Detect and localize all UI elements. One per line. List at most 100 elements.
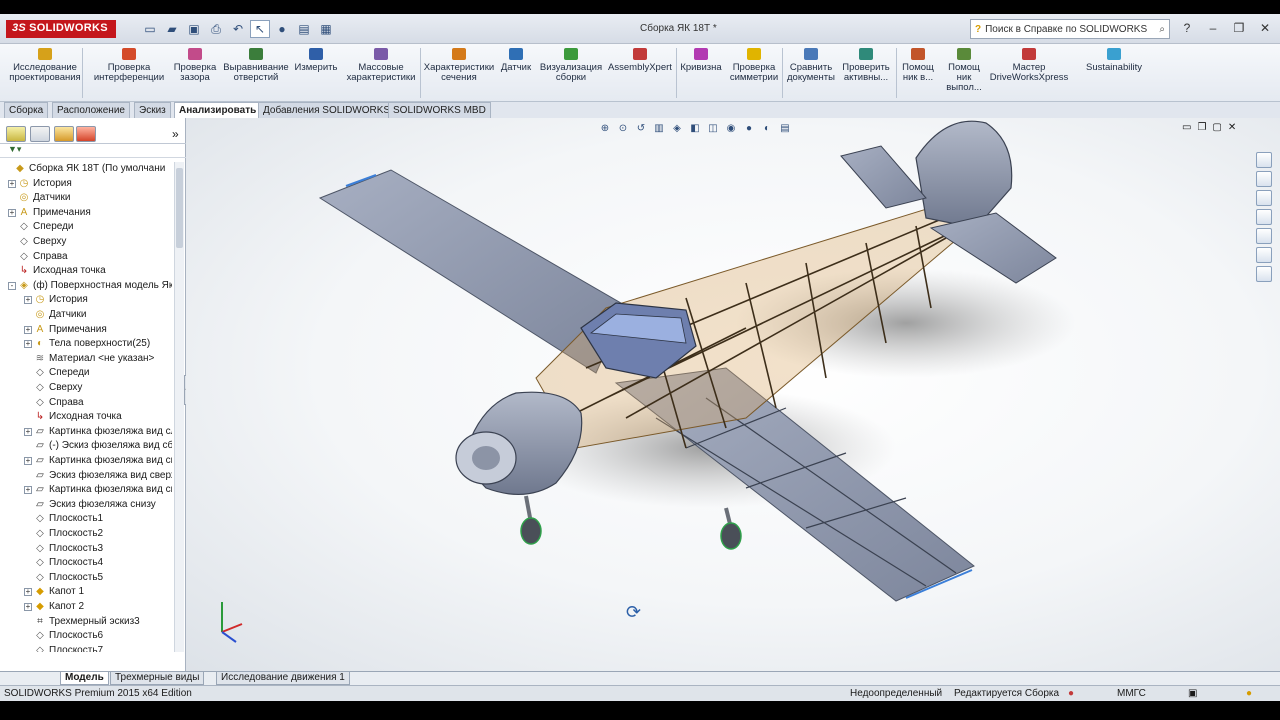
ribbon-button-1[interactable]: Проверка интерференции [90,48,168,83]
expand-icon[interactable]: + [24,325,32,334]
tree-item[interactable]: + ▱ Картинка фюзеляжа вид св [0,454,172,468]
rebuild-icon[interactable]: ● [272,20,292,38]
status-options-icon[interactable]: ▣ [1188,686,1197,701]
ribbon-button-12[interactable]: Сравнить документы [786,48,836,83]
tab-2[interactable]: Эскиз [134,102,171,118]
open-folder-icon[interactable]: ▰ [162,20,182,38]
tree-item[interactable]: ◇ Спереди [0,366,172,380]
tree-item[interactable]: + ◆ Капот 2 [0,600,172,614]
tree-item[interactable]: ◇ Плоскость1 [0,512,172,526]
restore-icon[interactable]: ❐ [1228,18,1250,38]
tree-item[interactable]: + ◷ История [0,293,172,307]
status-units[interactable]: ММГС [1117,686,1146,701]
filter-row[interactable]: ▼▾ [0,144,186,158]
scrollbar-thumb[interactable] [176,168,183,248]
tree-item[interactable]: ▱ Эскиз фюзеляжа вид сверх [0,469,172,483]
tree-item[interactable]: ▱ Эскиз фюзеляжа снизу [0,498,172,512]
tab-0[interactable]: Сборка [4,102,49,118]
tree-item[interactable]: ◇ Плоскость4 [0,556,172,570]
help-menu-icon[interactable]: ? [1176,18,1198,38]
tab-5[interactable]: SOLIDWORKS MBD [388,102,491,118]
expand-icon[interactable]: + [24,588,32,597]
tree-scrollbar[interactable] [174,162,184,652]
tree-item[interactable]: + ◷ История [0,177,172,191]
tab-3[interactable]: Анализировать [174,102,262,119]
ribbon-button-7[interactable]: Датчик [498,48,534,73]
tree-item[interactable]: ◇ Сверху [0,381,172,395]
search-icon[interactable]: ⌕ [1159,24,1165,35]
bottom-tab-2[interactable]: Исследование движения 1 [216,672,350,685]
expand-icon[interactable]: + [24,457,32,465]
bottom-tab-1[interactable]: Трехмерные виды [110,672,205,685]
tree-item[interactable]: ▱ (-) Эскиз фюзеляжа вид сбо [0,439,172,453]
tree-item[interactable]: ◎ Датчики [0,191,172,205]
tree-item[interactable]: ◇ Плоскость3 [0,542,172,556]
rebuild-status-icon[interactable]: ● [1068,686,1074,701]
tree-item[interactable]: ◇ Плоскость5 [0,571,172,585]
tree-item[interactable]: ◇ Справа [0,250,172,264]
expand-tabs-icon[interactable]: » [172,127,179,141]
tree-item[interactable]: + A Примечания [0,206,172,220]
expand-icon[interactable]: + [24,486,32,495]
tree-item[interactable]: ⌗ Трехмерный эскиз3 [0,615,172,629]
aircraft-3d-model[interactable] [186,118,1280,671]
appearance-tab-icon[interactable] [76,126,96,142]
ribbon-button-3[interactable]: Выравнивание отверстий [222,48,290,83]
tree-item[interactable]: ◆ Сборка ЯК 18Т (По умолчани [0,162,172,176]
expand-icon[interactable]: + [8,208,16,217]
tree-item[interactable]: ◇ Плоскость2 [0,527,172,541]
ribbon-button-8[interactable]: Визуализация сборки [538,48,604,83]
featuremanager-tab-icon[interactable] [6,126,26,142]
ribbon-button-16[interactable]: Мастер DriveWorksXpress [988,48,1070,83]
left-wheel[interactable] [520,517,542,545]
configurationmanager-tab-icon[interactable] [54,126,74,142]
minimize-icon[interactable]: – [1202,18,1224,38]
tree-item[interactable]: + ◐ Тела поверхности(25) [0,337,172,351]
new-document-icon[interactable]: ▭ [140,20,160,38]
tree-item[interactable]: ≋ Материал <не указан> [0,352,172,366]
tree-item[interactable]: ◇ Сверху [0,235,172,249]
tree-item[interactable]: + A Примечания [0,323,172,337]
tree-item[interactable]: ↳ Исходная точка [0,264,172,278]
expand-icon[interactable]: + [24,603,32,611]
ribbon-button-9[interactable]: AssemblyXpert [608,48,672,73]
ribbon-button-2[interactable]: Проверка зазора [170,48,220,83]
expand-icon[interactable]: + [24,296,32,305]
select-pointer-icon[interactable]: ↖ [250,20,270,38]
help-search-input[interactable]: ? Поиск в Справке по SOLIDWORKS ⌕ [970,19,1170,39]
collapse-icon[interactable]: - [8,281,16,290]
expand-icon[interactable]: + [24,340,32,349]
tab-1[interactable]: Расположение [52,102,130,118]
ribbon-button-15[interactable]: Помощ ник выпол... [946,48,982,93]
undo-icon[interactable]: ↶ [228,20,248,38]
ribbon-button-5[interactable]: Массовые характеристики [344,48,418,83]
right-wheel[interactable] [720,522,742,550]
tree-item[interactable]: ◇ Плоскость6 [0,629,172,643]
save-icon[interactable]: ▣ [184,20,204,38]
solidworks-logo[interactable]: 3S SOLIDWORKS [6,20,116,38]
expand-icon[interactable]: + [8,179,16,188]
ribbon-button-10[interactable]: Кривизна [678,48,724,73]
tree-item[interactable]: ◇ Плоскость7 [0,644,172,652]
tree-item[interactable]: + ▱ Картинка фюзеляжа вид сн [0,483,172,497]
ribbon-button-11[interactable]: Проверка симметрии [726,48,782,83]
tree-item[interactable]: ↳ Исходная точка [0,410,172,424]
expand-icon[interactable]: + [24,427,32,436]
rotate-view-icon[interactable]: ⟳ [626,602,641,623]
tree-item[interactable]: - ◈ (ф) Поверхностная модель Як- [0,279,172,293]
vertical-stabilizer[interactable] [915,120,1013,229]
options-icon[interactable]: ▦ [316,20,336,38]
tree-item[interactable]: ◎ Датчики [0,308,172,322]
ribbon-button-0[interactable]: Исследование проектирования [9,48,81,83]
tab-4[interactable]: Добавления SOLIDWORKS [258,102,396,118]
ribbon-button-6[interactable]: Характеристики сечения [422,48,496,83]
notification-icon[interactable]: ● [1246,686,1252,701]
print-icon[interactable]: ⎙ [206,20,226,38]
bottom-tab-0[interactable]: Модель [60,672,109,685]
ribbon-button-14[interactable]: Помощ ник в... [898,48,938,83]
tree-item[interactable]: ◇ Спереди [0,220,172,234]
tree-item[interactable]: ◇ Справа [0,396,172,410]
file-properties-icon[interactable]: ▤ [294,20,314,38]
tree-item[interactable]: + ◆ Капот 1 [0,585,172,599]
ribbon-button-13[interactable]: Проверить активны... [838,48,894,83]
